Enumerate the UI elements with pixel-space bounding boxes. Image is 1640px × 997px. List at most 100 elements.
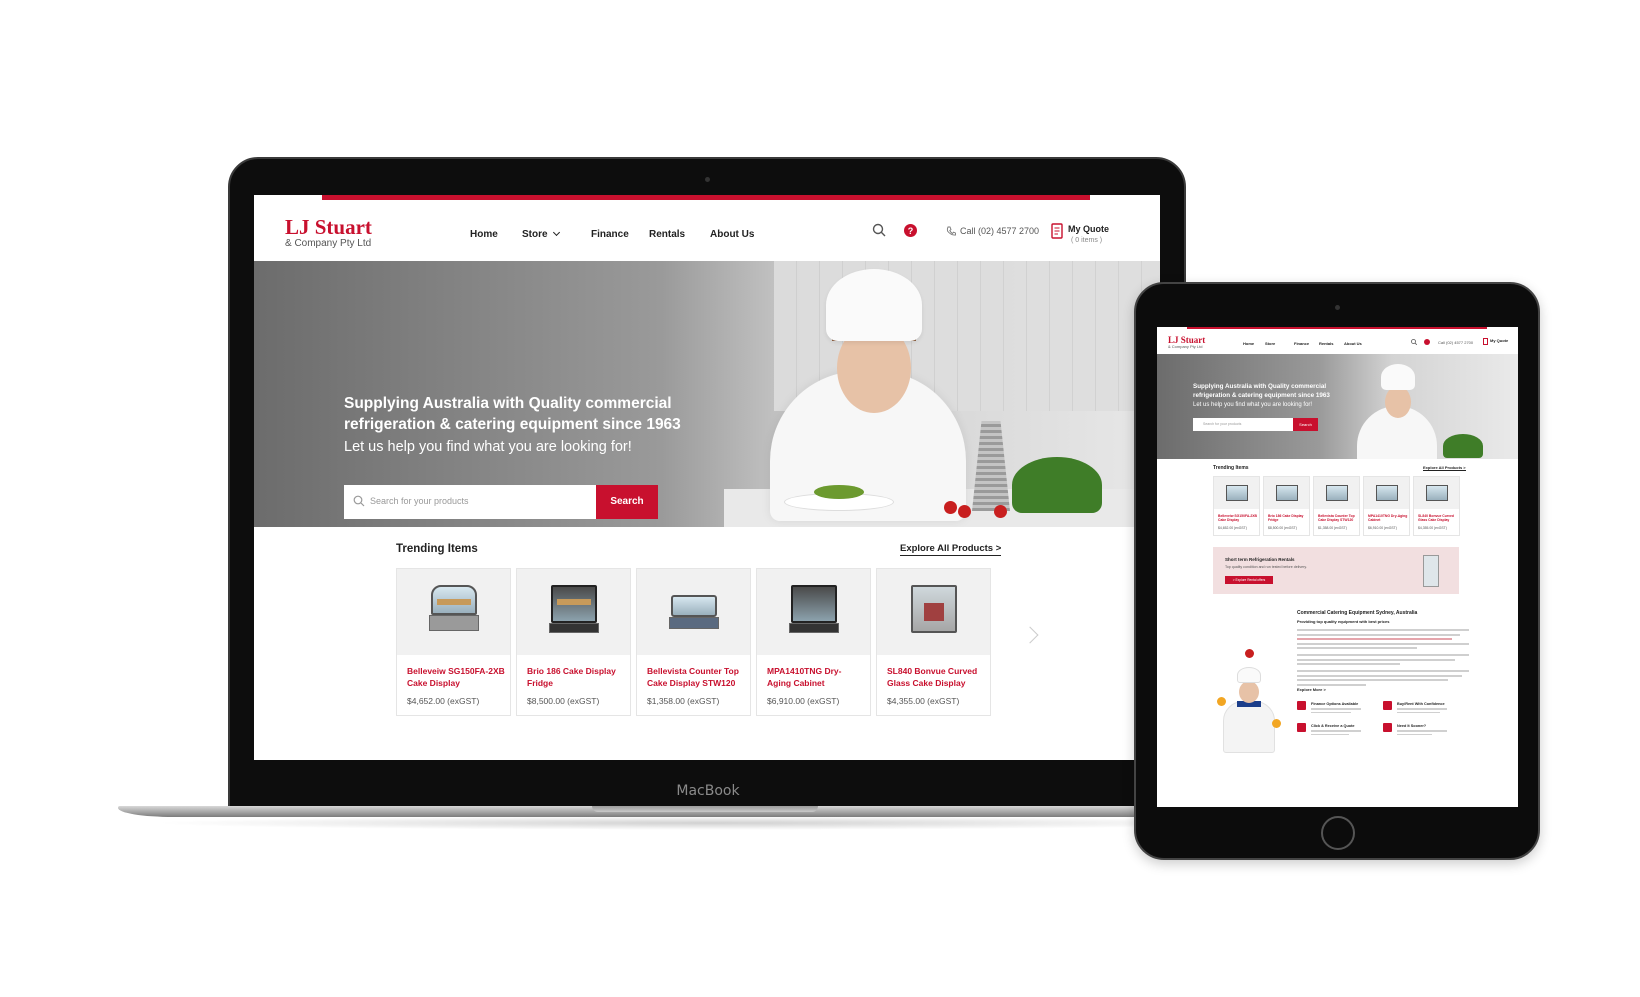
- laptop-brand-label: MacBook: [676, 783, 740, 799]
- phone-icon: [946, 226, 956, 236]
- feature-text: [1397, 730, 1447, 737]
- hero-search-button[interactable]: Search: [1293, 418, 1318, 431]
- explore-more-link[interactable]: Explore More >: [1297, 687, 1326, 692]
- hero-search-button[interactable]: Search: [596, 485, 658, 519]
- greens: [1443, 434, 1483, 458]
- hero-chef-image: [1357, 364, 1437, 459]
- trending-title: Trending Items: [1213, 465, 1249, 471]
- product-price: $6,910.00 (exGST): [767, 696, 840, 706]
- feature-title: Need It Sooner?: [1397, 724, 1427, 728]
- product-image: [1214, 477, 1259, 509]
- hero-title: Supplying Australia with Quality commerc…: [344, 395, 681, 433]
- product-price: $8,500.00 (exGST): [1268, 526, 1297, 530]
- laptop-shadow: [150, 816, 1270, 830]
- tablet-home-button: [1321, 816, 1355, 850]
- product-name[interactable]: Bellevista Counter Top Cake Display STW1…: [1318, 514, 1358, 523]
- nav-home[interactable]: Home: [1243, 341, 1254, 346]
- product-name[interactable]: MPA1410TNG Dry-Aging Cabinet: [1368, 514, 1408, 523]
- tomato: [944, 501, 957, 514]
- help-icon[interactable]: ?: [904, 224, 917, 237]
- product-card[interactable]: MPA1410TNG Dry-Aging Cabinet $6,910.00 (…: [1363, 476, 1410, 536]
- quote-document-icon[interactable]: [1051, 223, 1063, 239]
- nav-finance[interactable]: Finance: [591, 229, 629, 240]
- feature-title: Buy/Rent With Confidence: [1397, 702, 1445, 706]
- feature-title: Click & Receive a Quote: [1311, 724, 1355, 728]
- nav-about-us[interactable]: About Us: [710, 229, 754, 240]
- banner-subtitle: Top quality condition and run tested bef…: [1225, 565, 1307, 569]
- feature-text: [1311, 730, 1361, 737]
- product-card[interactable]: MPA1410TNG Dry-Aging Cabinet $6,910.00 (…: [756, 568, 871, 716]
- rentals-promo-banner: Short term Refrigeration Rentals Top qua…: [1213, 547, 1459, 594]
- top-accent-bar: [322, 195, 1090, 200]
- header-phone[interactable]: Call (02) 4577 2700: [960, 226, 1039, 236]
- nav-rentals[interactable]: Rentals: [1319, 341, 1333, 346]
- product-card[interactable]: Belleveiw SG150FA-2XB Cake Display $4,65…: [1213, 476, 1260, 536]
- grater: [972, 421, 1010, 511]
- my-quote-link[interactable]: My Quote: [1490, 338, 1508, 343]
- svg-text:?: ?: [908, 226, 914, 236]
- product-name[interactable]: Belleveiw SG150FA-2XB Cake Display: [1218, 514, 1258, 523]
- nav-store[interactable]: Store: [522, 228, 561, 240]
- search-icon[interactable]: [1411, 339, 1417, 345]
- product-card[interactable]: Brio 186 Cake Display Fridge $8,500.00 (…: [1263, 476, 1310, 536]
- explore-all-products-link[interactable]: Explore All Products >: [1423, 465, 1466, 471]
- tomato: [958, 505, 971, 518]
- nav-rentals[interactable]: Rentals: [649, 229, 685, 240]
- carousel-next-arrow-icon[interactable]: [1021, 626, 1039, 644]
- laptop-notch: [592, 806, 818, 812]
- product-name[interactable]: SL840 Bonvue Curved Glass Cake Display: [887, 666, 985, 689]
- feature-title: Finance Options Available: [1311, 702, 1359, 706]
- search-icon: [353, 495, 365, 507]
- hero-banner: Supplying Australia with Quality commerc…: [1157, 354, 1518, 459]
- hero-search-input[interactable]: Search for your products: [1193, 418, 1293, 431]
- hero-subtitle: Let us help you find what you are lookin…: [344, 439, 632, 455]
- product-name[interactable]: Bellevista Counter Top Cake Display STW1…: [647, 666, 745, 689]
- product-name[interactable]: Brio 186 Cake Display Fridge: [1268, 514, 1308, 523]
- tomato: [994, 505, 1007, 518]
- tablet-camera: [1335, 305, 1340, 310]
- nav-about-us[interactable]: About Us: [1344, 341, 1362, 346]
- product-card[interactable]: SL840 Bonvue Curved Glass Cake Display $…: [1413, 476, 1460, 536]
- product-price: $4,355.00 (exGST): [887, 696, 960, 706]
- explore-rentals-button[interactable]: > Explore Rental offers: [1225, 576, 1273, 584]
- finance-tag-icon: [1297, 701, 1306, 710]
- chef-hat: [826, 269, 922, 341]
- explore-all-products-link[interactable]: Explore All Products >: [900, 543, 1002, 556]
- product-name[interactable]: Belleveiw SG150FA-2XB Cake Display: [407, 666, 505, 689]
- laptop-camera: [705, 177, 710, 182]
- truck-icon: [1383, 723, 1392, 732]
- product-card[interactable]: Brio 186 Cake Display Fridge $8,500.00 (…: [516, 568, 631, 716]
- nav-store[interactable]: Store: [1265, 341, 1275, 346]
- fruit: [1217, 697, 1226, 706]
- search-icon[interactable]: [872, 223, 886, 237]
- my-quote-link[interactable]: My Quote: [1068, 224, 1109, 234]
- product-image: [637, 569, 750, 655]
- product-name[interactable]: MPA1410TNG Dry-Aging Cabinet: [767, 666, 865, 689]
- product-image: [517, 569, 630, 655]
- product-name[interactable]: SL840 Bonvue Curved Glass Cake Display: [1418, 514, 1458, 523]
- hero-search-input[interactable]: Search for your products: [344, 485, 596, 519]
- product-card[interactable]: Bellevista Counter Top Cake Display STW1…: [636, 568, 751, 716]
- tablet-screen: LJ Stuart & Company Pty Ltd Home Store F…: [1157, 327, 1518, 807]
- search-placeholder: Search for your products: [1203, 422, 1242, 426]
- quote-document-icon[interactable]: [1483, 338, 1488, 345]
- nav-finance[interactable]: Finance: [1294, 341, 1309, 346]
- nav-home[interactable]: Home: [470, 229, 498, 240]
- hero-title: Supplying Australia with Quality commerc…: [1193, 383, 1330, 399]
- greens: [1012, 457, 1102, 513]
- product-card[interactable]: Bellevista Counter Top Cake Display STW1…: [1313, 476, 1360, 536]
- hero-banner: Supplying Australia with Quality commerc…: [254, 261, 1160, 527]
- banner-fridge-image: [1423, 555, 1439, 587]
- header-phone[interactable]: Call (02) 4577 2700: [1438, 340, 1473, 345]
- product-price: $1,358.00 (exGST): [647, 696, 720, 706]
- product-price: $4,652.00 (exGST): [1218, 526, 1247, 530]
- product-card[interactable]: SL840 Bonvue Curved Glass Cake Display $…: [876, 568, 991, 716]
- quote-count: ( 0 items ): [1071, 237, 1103, 244]
- product-card[interactable]: Belleveiw SG150FA-2XB Cake Display $4,65…: [396, 568, 511, 716]
- product-image: [1364, 477, 1409, 509]
- help-icon[interactable]: [1424, 339, 1430, 345]
- product-name[interactable]: Brio 186 Cake Display Fridge: [527, 666, 625, 689]
- about-body-text: [1297, 629, 1469, 688]
- about-subtitle: Providing top quality equipment with bes…: [1297, 619, 1390, 624]
- nav-store-label: Store: [522, 229, 548, 240]
